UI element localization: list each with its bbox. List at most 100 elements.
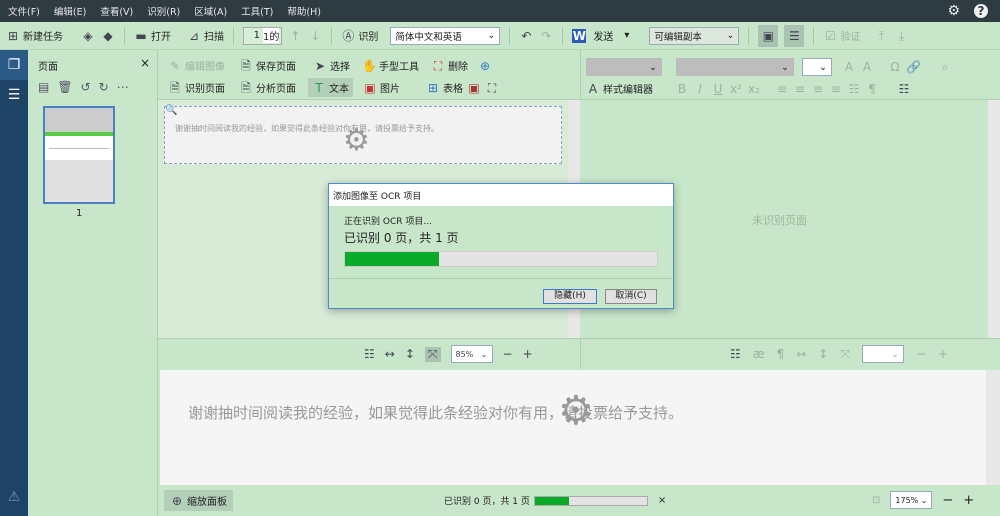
pages-icon[interactable]: ❐	[0, 50, 28, 80]
fit-icon[interactable]: ⊡	[872, 495, 880, 506]
bold-button[interactable]: B	[675, 82, 689, 96]
save-icon[interactable]: ▤	[38, 80, 49, 94]
menu-recognize[interactable]: 识别(R)	[147, 4, 180, 18]
page-layout-icon[interactable]: ☷	[730, 347, 741, 361]
language-select[interactable]: 简体中文和英语 ⌄	[390, 26, 501, 45]
format-icon[interactable]: ☷	[897, 82, 911, 96]
list-icon[interactable]: ☷	[847, 82, 861, 96]
hide-button[interactable]: 隐藏(H)	[543, 289, 597, 304]
page-layout-icon[interactable]: ☷	[364, 347, 375, 361]
align-center-icon[interactable]: ≡	[793, 82, 807, 96]
zoom-out-icon[interactable]: −	[503, 347, 513, 361]
cancel-button[interactable]: 取消(C)	[605, 289, 657, 304]
menu-tools[interactable]: 工具(T)	[241, 4, 273, 18]
background-area-icon[interactable]: ▣	[467, 81, 481, 95]
warning-icon[interactable]: ⚠	[0, 482, 28, 512]
text-area-region[interactable]: 🔍 谢谢抽时间阅读我的经验，如果觉得此条经验对你有用，请投票给予支持。 ⚙	[164, 105, 562, 164]
arrow-down-icon[interactable]: ↓	[308, 29, 322, 43]
select-tool-button[interactable]: ➤ 选择	[313, 58, 350, 74]
analyze-page-button[interactable]: 🗎 分析页面	[239, 80, 296, 96]
open-button[interactable]: ▬ 打开	[134, 28, 171, 44]
hand-tool-button[interactable]: ✋ 手型工具	[362, 58, 419, 74]
font-grow-icon[interactable]: A	[842, 60, 856, 74]
more-icon[interactable]: ⋯	[117, 80, 129, 94]
scan-button[interactable]: ⊿ 扫描	[187, 28, 224, 44]
superscript-button[interactable]: x²	[729, 82, 743, 96]
menu-area[interactable]: 区域(A)	[194, 4, 227, 18]
prev-error-icon[interactable]: ⤒	[874, 29, 888, 43]
zoom-pane[interactable]: 谢谢抽时间阅读我的经验，如果觉得此条经验对你有用，请投票给予支持。 ⚙	[160, 370, 986, 485]
ligature-icon[interactable]: æ	[753, 347, 765, 361]
zoom-in-icon[interactable]: +	[523, 347, 533, 361]
font-size-select[interactable]: ⌄	[802, 58, 832, 76]
text-zoom-select[interactable]: ⌄	[861, 345, 904, 363]
paragraph-icon[interactable]: ¶	[865, 82, 879, 96]
save-page-button[interactable]: 🗎 保存页面	[239, 58, 296, 74]
new-task-button[interactable]: ⊞ 新建任务	[6, 28, 63, 44]
cancel-recognition-icon[interactable]: ×	[658, 495, 666, 506]
send-button[interactable]: W 发送 ▾	[572, 28, 629, 43]
text-area-button[interactable]: T 文本	[308, 78, 353, 97]
add-layers-icon[interactable]: ◈	[81, 29, 95, 43]
help-icon[interactable]: ?	[974, 4, 988, 18]
next-error-icon[interactable]: ⤓	[894, 29, 908, 43]
fit-width-icon[interactable]: ↔	[385, 347, 395, 361]
recognize-button[interactable]: Ⓐ 识别	[341, 28, 378, 44]
justify-icon[interactable]: ≡	[829, 82, 843, 96]
text-pane-scrollbar[interactable]	[988, 100, 1000, 338]
image-view-icon[interactable]: ▣	[758, 24, 779, 47]
zoom-out-icon[interactable]: −	[916, 347, 926, 361]
output-mode-select[interactable]: 可编辑副本 ⌄	[649, 26, 740, 45]
menu-help[interactable]: 帮助(H)	[287, 4, 321, 18]
rotate-right-icon[interactable]: ↻	[99, 80, 109, 94]
paragraph-marks-icon[interactable]: ¶	[777, 347, 785, 361]
font-select[interactable]: ⌄	[676, 58, 794, 76]
underline-button[interactable]: U	[711, 82, 725, 96]
zoom-in-icon[interactable]: +	[963, 493, 974, 508]
page-number-field[interactable]: 1 1的	[243, 26, 283, 45]
table-area-button[interactable]: ⊞ 表格	[426, 80, 463, 96]
page-thumbnail[interactable]	[43, 106, 115, 204]
rotate-left-icon[interactable]: ↺	[81, 80, 91, 94]
menu-edit[interactable]: 编辑(E)	[54, 4, 86, 18]
fit-height-icon[interactable]: ↕	[818, 347, 828, 361]
edit-image-button[interactable]: ✎ 编辑图像	[168, 58, 225, 74]
style-editor-button[interactable]: A 样式编辑器	[586, 81, 653, 97]
zoom-pane-zoom-select[interactable]: 175% ⌄	[890, 491, 933, 509]
arrow-up-icon[interactable]: ↑	[288, 29, 302, 43]
fit-page-icon[interactable]: ⤧	[424, 346, 441, 362]
verify-button[interactable]: ☑ 验证	[823, 28, 860, 44]
fit-width-icon[interactable]: ↔	[796, 347, 806, 361]
gear-icon[interactable]: ⚙	[947, 3, 960, 19]
font-shrink-icon[interactable]: A	[860, 60, 874, 74]
delete-area-button[interactable]: ⛶ 删除	[431, 58, 468, 74]
link-icon[interactable]: 🔗	[906, 60, 921, 74]
zoom-pane-scrollbar[interactable]	[986, 370, 1000, 485]
redo-icon[interactable]: ↷	[539, 29, 553, 43]
align-right-icon[interactable]: ≡	[811, 82, 825, 96]
text-view-icon[interactable]: ☰	[784, 24, 805, 47]
recognize-page-button[interactable]: 🗎 识别页面	[168, 80, 225, 96]
zoom-panel-button[interactable]: ⊕ 缩放面板	[164, 490, 233, 511]
trash-icon[interactable]: 🗑	[57, 80, 72, 94]
picture-area-button[interactable]: ▣ 图片	[363, 80, 400, 96]
fit-height-icon[interactable]: ↕	[405, 347, 415, 361]
zoom-in-icon[interactable]: +	[938, 347, 948, 361]
search-icon[interactable]: ⌕	[938, 60, 952, 74]
list-icon[interactable]: ☰	[0, 80, 28, 110]
undo-icon[interactable]: ↶	[519, 29, 533, 43]
align-left-icon[interactable]: ≡	[775, 82, 789, 96]
layers-icon[interactable]: ◆	[101, 29, 115, 43]
image-zoom-select[interactable]: 85% ⌄	[450, 345, 493, 363]
italic-button[interactable]: I	[693, 82, 707, 96]
fit-page-icon[interactable]: ⤧	[840, 347, 850, 362]
add-area-icon[interactable]: ⊕	[478, 59, 492, 73]
style-select[interactable]: ⌄	[586, 58, 662, 76]
close-icon[interactable]: ×	[140, 56, 150, 70]
crop-area-icon[interactable]: ⛶	[485, 81, 499, 95]
subscript-button[interactable]: x₂	[747, 82, 761, 96]
menu-file[interactable]: 文件(F)	[8, 4, 40, 18]
zoom-out-icon[interactable]: −	[942, 493, 953, 508]
menu-view[interactable]: 查看(V)	[100, 4, 133, 18]
special-char-icon[interactable]: Ω	[888, 60, 902, 74]
